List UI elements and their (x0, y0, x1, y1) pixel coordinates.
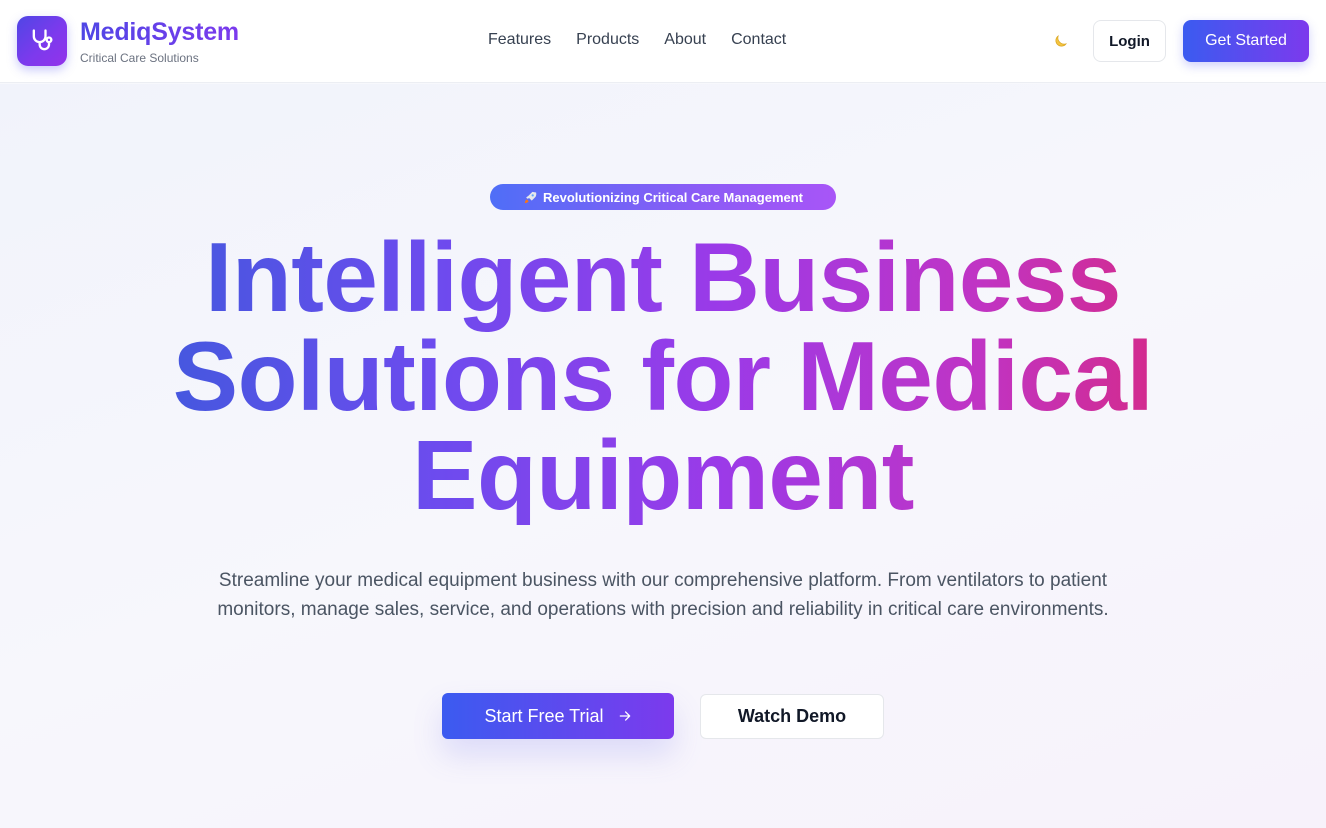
top-navbar: MediqSystem Critical Care Solutions Feat… (0, 0, 1326, 83)
login-button[interactable]: Login (1093, 20, 1166, 62)
get-started-button[interactable]: Get Started (1183, 20, 1309, 62)
theme-toggle-button[interactable] (1046, 28, 1074, 56)
headline-line-1: Intelligent Business (205, 222, 1121, 332)
moon-icon (1055, 35, 1067, 47)
logo-tile[interactable] (17, 16, 67, 66)
brand-tagline: Critical Care Solutions (80, 51, 199, 65)
start-free-trial-button[interactable]: Start Free Trial (442, 693, 674, 739)
headline-line-2: Solutions for Medical (172, 321, 1154, 431)
brand-name[interactable]: MediqSystem (80, 18, 239, 47)
announcement-badge: Revolutionizing Critical Care Management (490, 184, 836, 210)
nav-link-products[interactable]: Products (576, 31, 639, 49)
badge-text: Revolutionizing Critical Care Management (542, 189, 804, 205)
arrow-right-icon (619, 711, 630, 721)
stethoscope-icon (32, 29, 53, 51)
hero-subtext: Streamline your medical equipment busine… (217, 570, 1109, 620)
nav-link-contact[interactable]: Contact (731, 31, 786, 49)
watch-demo-button[interactable]: Watch Demo (700, 694, 884, 739)
nav-link-features[interactable]: Features (488, 31, 551, 49)
start-free-trial-label: Start Free Trial (484, 705, 604, 726)
nav-link-about[interactable]: About (664, 31, 706, 49)
rocket-icon (524, 191, 537, 203)
main-nav: Features Products About Contact (488, 31, 786, 49)
hero-headline: Intelligent Business Solutions for Medic… (100, 228, 1226, 525)
headline-line-3: Equipment (412, 420, 914, 530)
